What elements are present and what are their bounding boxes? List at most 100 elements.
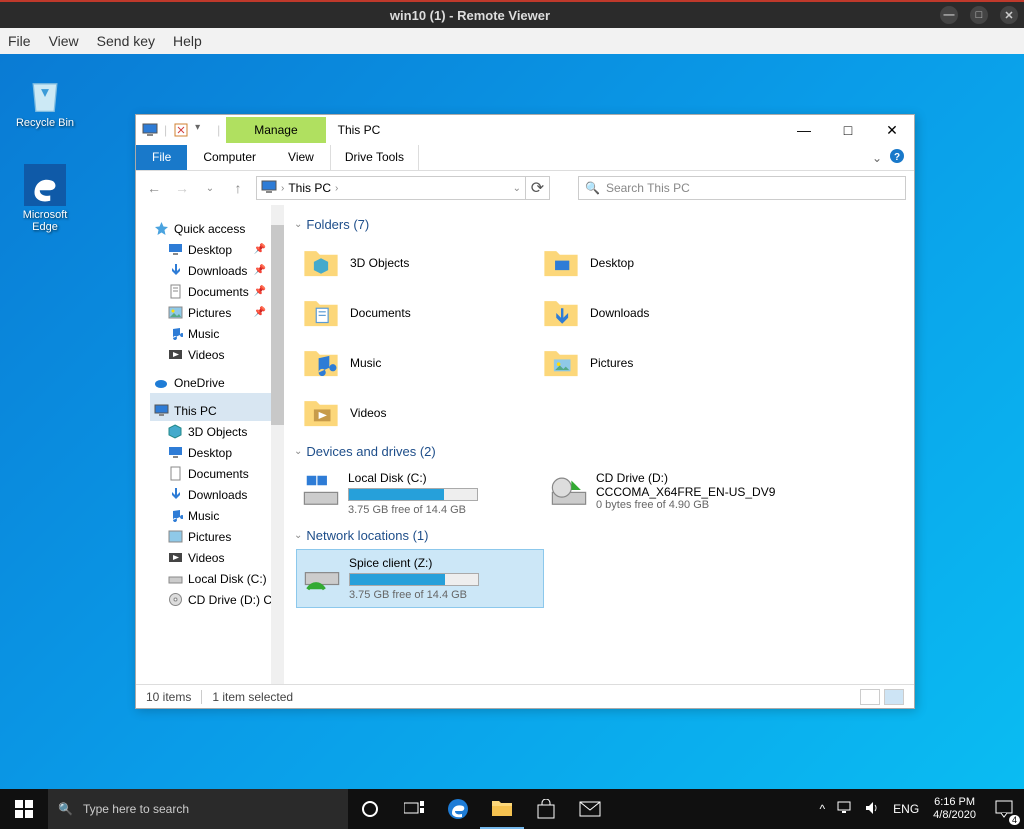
view-large-icons-button[interactable]: [884, 689, 904, 705]
explorer-titlebar[interactable]: | ▾ | Manage This PC — □ ✕: [136, 115, 914, 145]
rv-close-button[interactable]: ✕: [1000, 6, 1018, 24]
ribbon-tab-file[interactable]: File: [136, 145, 187, 170]
taskbar-search[interactable]: 🔍 Type here to search: [48, 789, 348, 829]
tray-language[interactable]: ENG: [887, 802, 925, 816]
address-segment[interactable]: This PC: [288, 181, 331, 195]
folder-documents[interactable]: Documents: [296, 288, 536, 338]
tray-volume-icon[interactable]: [859, 801, 887, 818]
nav-videos[interactable]: Videos: [150, 344, 284, 365]
ribbon-tab-drive-tools[interactable]: Drive Tools: [330, 145, 419, 170]
properties-icon[interactable]: [173, 122, 189, 138]
drive-usage-bar: [348, 488, 478, 501]
tray-clock[interactable]: 6:16 PM 4/8/2020: [925, 796, 984, 822]
nav-cd-drive-d[interactable]: CD Drive (D:) CC: [150, 589, 284, 610]
explorer-maximize-button[interactable]: □: [826, 116, 870, 144]
nav-documents-pc[interactable]: Documents: [150, 463, 284, 484]
tray-network-icon[interactable]: [831, 801, 859, 818]
ribbon-tab-computer[interactable]: Computer: [187, 145, 272, 170]
nav-up-button[interactable]: ↑: [228, 178, 248, 198]
nav-music[interactable]: Music: [150, 323, 284, 344]
nav-downloads-pc[interactable]: Downloads: [150, 484, 284, 505]
search-icon: 🔍: [58, 802, 73, 816]
downloads-icon: [168, 263, 183, 278]
taskbar-file-explorer[interactable]: [480, 789, 524, 829]
folder-music[interactable]: Music: [296, 338, 536, 388]
windows-desktop[interactable]: Recycle Bin Microsoft Edge | ▾ | Manage …: [0, 54, 1024, 789]
qat-dropdown-icon[interactable]: ▾: [195, 122, 211, 138]
nav-pictures[interactable]: Pictures📌: [150, 302, 284, 323]
folder-icon: [542, 344, 580, 382]
rv-menu-file[interactable]: File: [8, 33, 31, 49]
network-drive-z[interactable]: Spice client (Z:) 3.75 GB free of 14.4 G…: [296, 549, 544, 608]
desktop-icon-label: Recycle Bin: [10, 117, 80, 129]
folder-3d-objects[interactable]: 3D Objects: [296, 238, 536, 288]
refresh-button[interactable]: ⟳: [526, 176, 550, 200]
nav-forward-button[interactable]: →: [172, 178, 192, 198]
nav-3d-objects[interactable]: 3D Objects: [150, 421, 284, 442]
contextual-tab-manage[interactable]: Manage: [226, 117, 325, 143]
taskbar-edge[interactable]: [436, 789, 480, 829]
tray-overflow-button[interactable]: ^: [814, 802, 832, 816]
section-header-drives[interactable]: ⌄Devices and drives (2): [286, 438, 904, 465]
nav-onedrive[interactable]: OneDrive: [150, 365, 284, 393]
rv-minimize-button[interactable]: —: [940, 6, 958, 24]
section-header-folders[interactable]: ⌄Folders (7): [286, 211, 904, 238]
task-view-button[interactable]: [392, 789, 436, 829]
nav-local-disk-c[interactable]: Local Disk (C:): [150, 568, 284, 589]
music-icon: [168, 508, 183, 523]
rv-menu-sendkey[interactable]: Send key: [97, 33, 155, 49]
drive-cd-d[interactable]: CD Drive (D:) CCCOMA_X64FRE_EN-US_DV9 0 …: [544, 465, 792, 522]
cube-icon: [168, 424, 183, 439]
help-icon[interactable]: ?: [890, 149, 904, 166]
nav-desktop-pc[interactable]: Desktop: [150, 442, 284, 463]
folder-desktop[interactable]: Desktop: [536, 238, 776, 288]
nav-quick-access[interactable]: Quick access: [150, 211, 284, 239]
pictures-icon: [168, 529, 183, 544]
address-bar[interactable]: › This PC › ⌄: [256, 176, 526, 200]
cortana-button[interactable]: [348, 789, 392, 829]
start-button[interactable]: [0, 789, 48, 829]
drive-name: Local Disk (C:): [348, 471, 538, 485]
desktop-icon-edge[interactable]: Microsoft Edge: [10, 164, 80, 233]
folder-pictures[interactable]: Pictures: [536, 338, 776, 388]
folder-videos[interactable]: Videos: [296, 388, 536, 438]
address-history-dropdown[interactable]: ⌄: [513, 183, 521, 194]
rv-menu-help[interactable]: Help: [173, 33, 202, 49]
rv-maximize-button[interactable]: □: [970, 6, 988, 24]
desktop-icon: [168, 445, 183, 460]
action-center-button[interactable]: 4: [984, 789, 1024, 829]
search-box[interactable]: 🔍 Search This PC: [578, 176, 906, 200]
ribbon-expand-icon[interactable]: ⌄: [872, 151, 882, 165]
explorer-minimize-button[interactable]: —: [782, 116, 826, 144]
downloads-icon: [168, 487, 183, 502]
rv-menu-view[interactable]: View: [49, 33, 79, 49]
nav-pictures-pc[interactable]: Pictures: [150, 526, 284, 547]
nav-back-button[interactable]: ←: [144, 178, 164, 198]
taskbar: 🔍 Type here to search ^ ENG 6:16 PM 4/8/…: [0, 789, 1024, 829]
desktop-icon-recycle-bin[interactable]: Recycle Bin: [10, 72, 80, 129]
nav-this-pc[interactable]: This PC: [150, 393, 284, 421]
status-selection-count: 1 item selected: [212, 690, 293, 704]
clock-date: 4/8/2020: [933, 809, 976, 822]
navpane-scrollbar[interactable]: [271, 205, 284, 684]
nav-music-pc[interactable]: Music: [150, 505, 284, 526]
nav-documents[interactable]: Documents📌: [150, 281, 284, 302]
view-details-button[interactable]: [860, 689, 880, 705]
ribbon-tab-view[interactable]: View: [272, 145, 330, 170]
explorer-close-button[interactable]: ✕: [870, 116, 914, 144]
desktop-icon-label: Microsoft Edge: [10, 209, 80, 233]
videos-icon: [168, 550, 183, 565]
nav-desktop[interactable]: Desktop📌: [150, 239, 284, 260]
videos-icon: [168, 347, 183, 362]
nav-videos-pc[interactable]: Videos: [150, 547, 284, 568]
nav-downloads[interactable]: Downloads📌: [150, 260, 284, 281]
section-header-network[interactable]: ⌄Network locations (1): [286, 522, 904, 549]
drive-local-c[interactable]: Local Disk (C:) 3.75 GB free of 14.4 GB: [296, 465, 544, 522]
folder-icon: [302, 344, 340, 382]
pin-icon: 📌: [254, 265, 266, 276]
taskbar-mail[interactable]: [568, 789, 612, 829]
nav-recent-dropdown[interactable]: ⌄: [200, 178, 220, 198]
taskbar-store[interactable]: [524, 789, 568, 829]
system-tray: ^ ENG 6:16 PM 4/8/2020 4: [814, 789, 1024, 829]
folder-downloads[interactable]: Downloads: [536, 288, 776, 338]
